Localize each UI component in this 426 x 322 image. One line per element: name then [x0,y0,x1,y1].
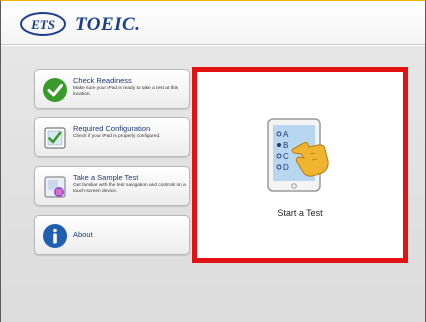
option-a-label: A [283,130,289,139]
app-header: ETS TOEIC. [1,1,425,45]
menu-item-title: Required Configuration [73,124,151,133]
logo-text: TOEIC. [75,14,141,35]
option-c-label: C [283,152,289,161]
check-circle-icon [43,78,67,102]
option-d-label: D [283,163,289,172]
info-icon [43,224,67,248]
menu-item-description: Get familiar with the test navigation an… [73,183,186,194]
sample-test-icon [44,176,66,198]
take-sample-test-button[interactable]: Take a Sample Test Get familiar with the… [34,166,190,206]
menu-item-title: Check Readiness [73,76,132,85]
start-test-label: Start a Test [277,208,323,218]
menu-item-description: Check if your iPad is properly configure… [73,134,161,139]
tablet-answer-icon: A B C D [267,118,329,192]
check-readiness-button[interactable]: Check Readiness Make sure your iPad is r… [34,69,190,109]
menu-item-title: Take a Sample Test [73,173,139,182]
required-configuration-button[interactable]: Required Configuration Check if your iPa… [34,117,190,157]
ets-toeic-logo: ETS TOEIC. [19,9,141,39]
start-test-button[interactable]: A B C D Start a Test [192,67,408,263]
option-b-label: B [283,141,288,150]
about-button[interactable]: About [34,215,190,255]
menu-item-title: About [73,230,93,239]
menu-item-description: Make sure your iPad is ready to take a t… [73,86,179,97]
logo-mark: ETS [30,17,55,32]
settings-checklist-icon [44,127,66,149]
